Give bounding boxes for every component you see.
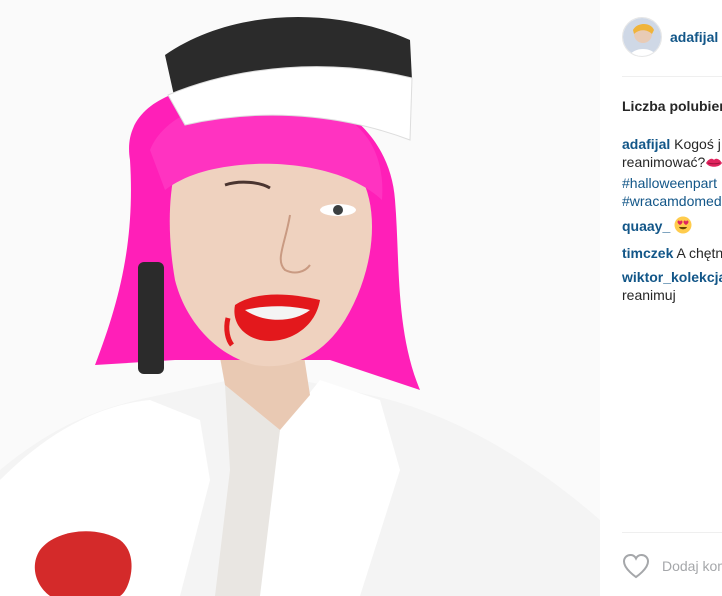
caption-text-line1: Kogoś j	[674, 136, 721, 152]
hashtag-link[interactable]: #halloweenpart	[622, 174, 722, 192]
caption: adafijal Kogoś j reanimować? #halloweenp…	[622, 135, 722, 210]
caption-text-line2: reanimować?	[622, 154, 706, 170]
comment-text: reanimuj	[622, 287, 676, 303]
comment-username[interactable]: timczek	[622, 245, 673, 261]
comment-username[interactable]: wiktor_kolekcja	[622, 269, 722, 285]
post-footer: Dodaj kom	[622, 552, 722, 580]
avatar[interactable]	[622, 17, 662, 57]
comment-text: A chętn	[676, 245, 722, 261]
caption-username[interactable]: adafijal	[622, 136, 670, 152]
likes-count-label[interactable]: Liczba polubień	[622, 98, 722, 114]
heart-eyes-emoji	[674, 216, 692, 238]
header-divider	[622, 76, 722, 77]
comment-item: quaay_	[622, 216, 722, 238]
footer-divider	[622, 532, 722, 533]
post-header: adafijal	[622, 16, 722, 58]
comment-username[interactable]: quaay_	[622, 218, 670, 234]
post-username[interactable]: adafijal	[670, 29, 718, 45]
post-sidebar: adafijal Liczba polubień adafijal Kogoś …	[600, 0, 722, 596]
add-comment-input[interactable]: Dodaj kom	[662, 558, 722, 574]
heart-icon[interactable]	[622, 553, 650, 579]
comment-item: timczek A chętn	[622, 244, 722, 262]
post-photo	[0, 0, 600, 596]
comment-item: wiktor_kolekcja reanimuj	[622, 268, 722, 304]
hashtag-link[interactable]: #wracamdomed	[622, 192, 722, 210]
comments-list: adafijal Kogoś j reanimować? #halloweenp…	[622, 135, 722, 310]
kiss-lips-emoji	[705, 156, 722, 174]
